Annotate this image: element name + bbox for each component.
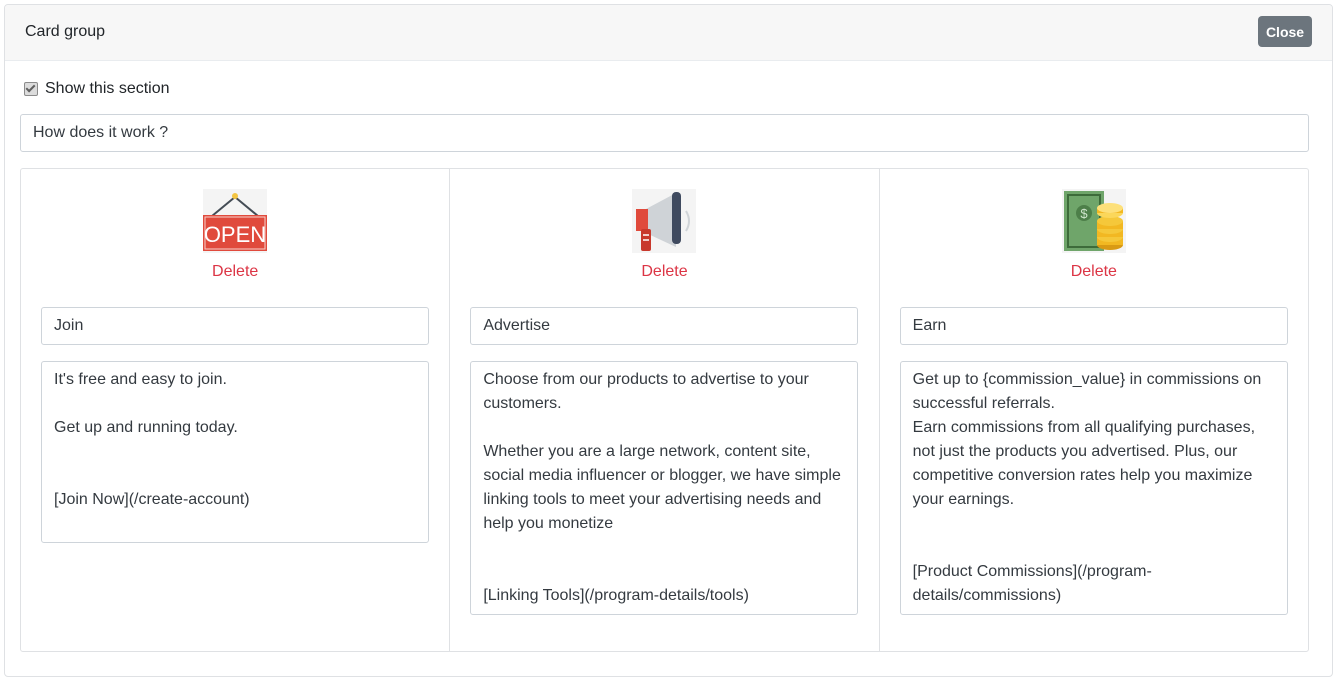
card-title-input[interactable] <box>470 307 859 345</box>
money-coins-icon: $ <box>1061 189 1126 253</box>
close-button[interactable]: Close <box>1258 16 1312 47</box>
card-title-input[interactable] <box>899 307 1288 345</box>
cards-container: OPEN Delete It's free and easy to join. … <box>20 168 1309 652</box>
panel-header: Card group Close <box>5 5 1332 61</box>
card-join: OPEN Delete It's free and easy to join. … <box>21 169 449 651</box>
card-advertise: Delete Choose from our products to adver… <box>449 169 878 651</box>
panel-title: Card group <box>25 23 106 40</box>
svg-text:OPEN: OPEN <box>204 222 266 247</box>
card-text-input[interactable]: It's free and easy to join. Get up and r… <box>41 361 429 543</box>
card-text-input[interactable]: Choose from our products to advertise to… <box>470 361 859 615</box>
svg-text:$: $ <box>1080 206 1088 221</box>
delete-link[interactable]: Delete <box>880 263 1308 281</box>
show-section-checkbox[interactable] <box>24 82 38 96</box>
delete-link[interactable]: Delete <box>21 263 449 281</box>
delete-link[interactable]: Delete <box>450 263 878 281</box>
megaphone-icon <box>632 189 697 253</box>
show-section-label: Show this section <box>45 80 170 97</box>
section-title-input[interactable] <box>20 114 1309 152</box>
card-text-input[interactable]: Get up to {commission_value} in commissi… <box>899 361 1288 615</box>
open-sign-icon: OPEN <box>203 189 267 253</box>
show-section-toggle[interactable]: Show this section <box>24 79 170 99</box>
card-title-input[interactable] <box>41 307 429 345</box>
card-earn: $ Delete Get up to {commission_value} in… <box>878 169 1308 651</box>
